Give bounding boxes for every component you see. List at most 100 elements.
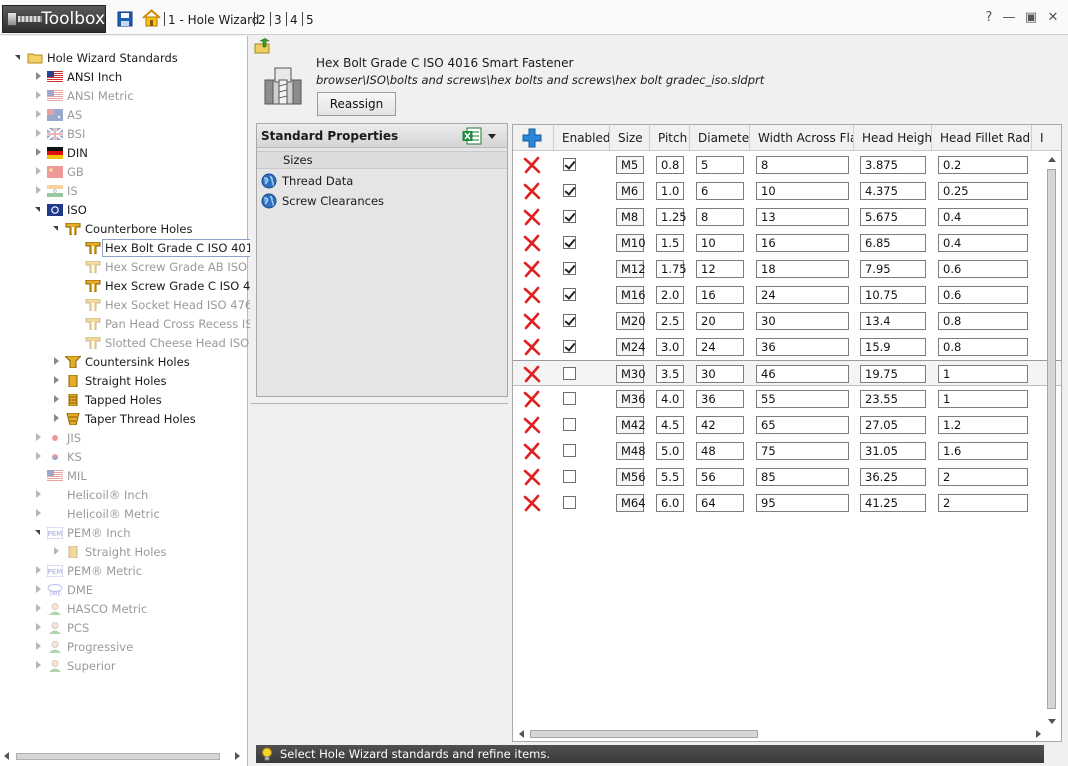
tree-item[interactable]: Counterbore Holes: [52, 219, 192, 238]
scroll-left-icon[interactable]: [4, 752, 9, 760]
width-across-flats-field[interactable]: 30: [756, 312, 849, 330]
tree-item[interactable]: Helicoil® Metric: [34, 504, 160, 523]
size-field[interactable]: M48: [616, 442, 646, 460]
table-row[interactable]: M56 5.5 56 85 36.25 2: [513, 464, 1061, 490]
expand-arrow-icon[interactable]: [34, 162, 43, 181]
expand-arrow-icon[interactable]: [34, 428, 43, 447]
head-height-field[interactable]: 23.55: [860, 390, 926, 408]
breadcrumb-hole-wizard[interactable]: 1 - Hole Wizard: [168, 13, 259, 27]
head-height-field[interactable]: 41.25: [860, 494, 926, 512]
delete-row-icon[interactable]: [523, 208, 541, 226]
head-fillet-radius-field[interactable]: 0.4: [938, 208, 1028, 226]
table-row[interactable]: M5 0.8 5 8 3.875 0.2: [513, 152, 1061, 178]
save-icon[interactable]: [117, 11, 133, 27]
enabled-checkbox[interactable]: [563, 158, 576, 171]
breadcrumb-4[interactable]: 4: [290, 13, 298, 27]
expand-arrow-icon[interactable]: [34, 67, 43, 86]
pitch-field[interactable]: 5.0: [656, 442, 684, 460]
table-row[interactable]: M12 1.75 12 18 7.95 0.6: [513, 256, 1061, 282]
width-across-flats-field[interactable]: 85: [756, 468, 849, 486]
tree-item[interactable]: Taper Thread Holes: [52, 409, 196, 428]
enabled-checkbox[interactable]: [563, 184, 576, 197]
prop-item-sizes[interactable]: Sizes: [257, 151, 507, 169]
add-row-icon[interactable]: [522, 128, 542, 148]
width-across-flats-field[interactable]: 46: [756, 365, 849, 383]
tree-item[interactable]: IS: [34, 181, 78, 200]
expand-arrow-icon[interactable]: [34, 656, 43, 675]
enabled-checkbox[interactable]: [563, 262, 576, 275]
width-across-flats-field[interactable]: 24: [756, 286, 849, 304]
delete-row-icon[interactable]: [523, 494, 541, 512]
pitch-field[interactable]: 1.5: [656, 234, 684, 252]
head-height-field[interactable]: 19.75: [860, 365, 926, 383]
head-fillet-radius-field[interactable]: 0.8: [938, 312, 1028, 330]
scroll-thumb[interactable]: [530, 730, 758, 738]
width-across-flats-field[interactable]: 95: [756, 494, 849, 512]
size-field[interactable]: M8: [616, 208, 644, 226]
column-header-width-across-flats[interactable]: Width Across Flats: [750, 125, 854, 151]
diameter-field[interactable]: 36: [696, 390, 744, 408]
enabled-checkbox[interactable]: [563, 496, 576, 509]
head-fillet-radius-field[interactable]: 1: [938, 365, 1028, 383]
tree-item[interactable]: Tapped Holes: [52, 390, 162, 409]
tree-item[interactable]: Hex Screw Grade C ISO 4018: [72, 276, 272, 295]
table-row[interactable]: M10 1.5 10 16 6.85 0.4: [513, 230, 1061, 256]
tree-item[interactable]: BSI: [34, 124, 85, 143]
expand-arrow-icon[interactable]: [52, 371, 61, 390]
close-icon[interactable]: ✕: [1046, 11, 1060, 25]
size-field[interactable]: M36: [616, 390, 646, 408]
width-across-flats-field[interactable]: 8: [756, 156, 849, 174]
table-row[interactable]: M64 6.0 64 95 41.25 2: [513, 490, 1061, 516]
pitch-field[interactable]: 1.0: [656, 182, 684, 200]
pitch-field[interactable]: 5.5: [656, 468, 684, 486]
tree-item[interactable]: Hole Wizard Standards: [14, 48, 178, 67]
enabled-checkbox[interactable]: [563, 210, 576, 223]
table-row[interactable]: M30 3.5 30 46 19.75 1: [513, 360, 1061, 386]
column-header-head-fillet-radius[interactable]: Head Fillet Radius: [932, 125, 1032, 151]
tree-item[interactable]: HASCO Metric: [34, 599, 147, 618]
head-height-field[interactable]: 36.25: [860, 468, 926, 486]
collapse-arrow-icon[interactable]: [34, 523, 43, 542]
expand-arrow-icon[interactable]: [52, 409, 61, 428]
diameter-field[interactable]: 10: [696, 234, 744, 252]
diameter-field[interactable]: 12: [696, 260, 744, 278]
tree-item[interactable]: PCS: [34, 618, 89, 637]
size-field[interactable]: M56: [616, 468, 646, 486]
tree-item[interactable]: Hex Screw Grade AB ISO 401: [72, 257, 273, 276]
diameter-field[interactable]: 16: [696, 286, 744, 304]
grid-horizontal-scrollbar[interactable]: [516, 727, 1044, 741]
column-header-pitch[interactable]: Pitch: [650, 125, 690, 151]
expand-arrow-icon[interactable]: [34, 580, 43, 599]
table-row[interactable]: M24 3.0 24 36 15.9 0.8: [513, 334, 1061, 360]
head-fillet-radius-field[interactable]: 0.25: [938, 182, 1028, 200]
delete-row-icon[interactable]: [523, 312, 541, 330]
standards-tree[interactable]: Hole Wizard Standards ANSI Inch ANSI Metri…: [0, 36, 275, 766]
diameter-field[interactable]: 30: [696, 365, 744, 383]
table-row[interactable]: M42 4.5 42 65 27.05 1.2: [513, 412, 1061, 438]
expand-arrow-icon[interactable]: [34, 447, 43, 466]
diameter-field[interactable]: 8: [696, 208, 744, 226]
width-across-flats-field[interactable]: 18: [756, 260, 849, 278]
head-height-field[interactable]: 27.05: [860, 416, 926, 434]
width-across-flats-field[interactable]: 10: [756, 182, 849, 200]
tree-item[interactable]: PEM PEM® Inch: [34, 523, 131, 542]
head-height-field[interactable]: 6.85: [860, 234, 926, 252]
size-field[interactable]: M20: [616, 312, 646, 330]
expand-arrow-icon[interactable]: [34, 618, 43, 637]
excel-dropdown-icon[interactable]: [488, 134, 496, 139]
table-row[interactable]: M16 2.0 16 24 10.75 0.6: [513, 282, 1061, 308]
expand-arrow-icon[interactable]: [34, 599, 43, 618]
excel-export-icon[interactable]: [462, 127, 482, 145]
head-fillet-radius-field[interactable]: 0.4: [938, 234, 1028, 252]
diameter-field[interactable]: 24: [696, 338, 744, 356]
head-fillet-radius-field[interactable]: 0.8: [938, 338, 1028, 356]
diameter-field[interactable]: 6: [696, 182, 744, 200]
enabled-checkbox[interactable]: [563, 470, 576, 483]
column-header-diameter[interactable]: Diameter: [690, 125, 750, 151]
pitch-field[interactable]: 4.0: [656, 390, 684, 408]
tree-item[interactable]: MIL: [34, 466, 87, 485]
size-field[interactable]: M42: [616, 416, 646, 434]
width-across-flats-field[interactable]: 55: [756, 390, 849, 408]
size-field[interactable]: M64: [616, 494, 646, 512]
delete-row-icon[interactable]: [523, 365, 541, 383]
